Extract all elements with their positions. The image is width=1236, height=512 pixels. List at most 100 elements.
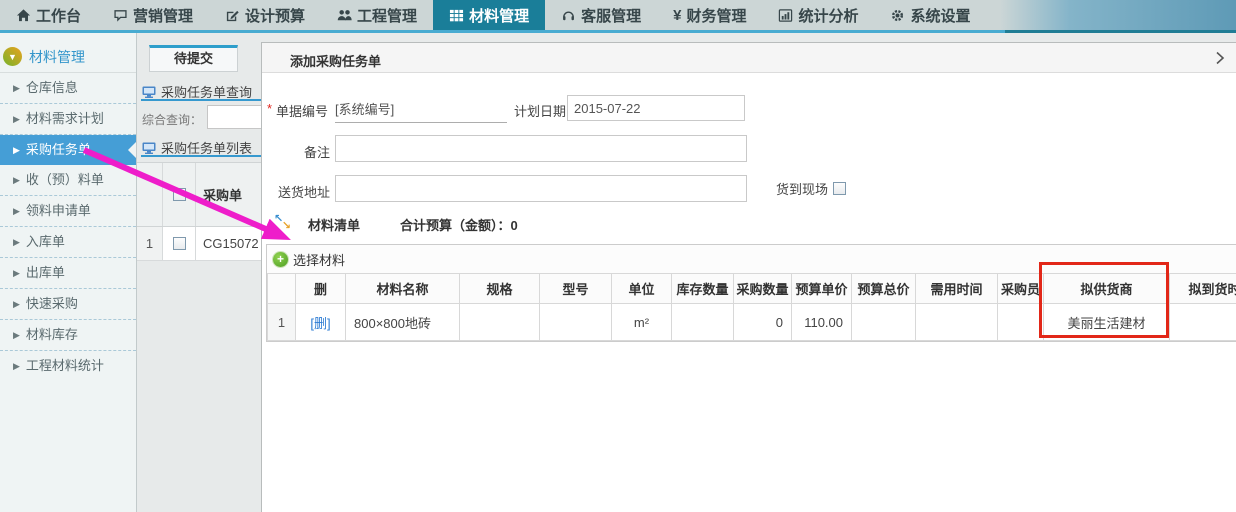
- budget-total: 合计预算（金额）：0: [400, 215, 518, 234]
- nav-item-label: 财务管理: [686, 5, 746, 26]
- triangle-right-icon: ▶: [13, 361, 20, 371]
- row-checkbox[interactable]: [173, 237, 186, 250]
- goods-onsite-checkbox[interactable]: [833, 182, 846, 195]
- col-buyer: 采购员: [998, 274, 1044, 304]
- col-delete: 删: [296, 274, 346, 304]
- stock-qty-cell: [672, 304, 734, 341]
- triangle-right-icon: ▶: [13, 330, 20, 340]
- nav-item-workbench[interactable]: 工作台: [0, 0, 97, 30]
- budget-total-cell: [852, 304, 916, 341]
- combined-query-label: 综合查询：: [142, 111, 202, 128]
- sidebar-item-outbound[interactable]: ▶出库单: [0, 258, 136, 289]
- list-header-row: 采购单: [137, 162, 261, 227]
- sidebar-menu: ▶仓库信息 ▶材料需求计划 ▶采购任务单 ▶收（预）料单 ▶领料申请单 ▶入库单…: [0, 73, 136, 382]
- purchase-task-list-table: 采购单 1 CG15072: [137, 162, 261, 261]
- monitor-icon: [142, 141, 156, 155]
- nav-item-design-budget[interactable]: 设计预算: [209, 0, 321, 30]
- nav-item-label: 工程管理: [357, 5, 417, 26]
- plus-circle-icon: +: [273, 252, 288, 267]
- nav-item-customer-service[interactable]: 客服管理: [545, 0, 657, 30]
- chevron-down-circle-icon: ▼: [3, 47, 22, 66]
- col-spec: 规格: [460, 274, 540, 304]
- sidebar-item-project-material-stats[interactable]: ▶工程材料统计: [0, 351, 136, 382]
- sidebar-item-material-request[interactable]: ▶领料申请单: [0, 196, 136, 227]
- plan-date-input[interactable]: [567, 95, 745, 121]
- nav-item-label: 工作台: [36, 5, 81, 26]
- material-name-cell: 800×800地砖: [346, 304, 460, 341]
- nav-item-materials[interactable]: 材料管理: [433, 0, 545, 30]
- required-asterisk: *: [267, 101, 272, 116]
- nav-item-label: 材料管理: [469, 5, 529, 26]
- row-index: 1: [268, 304, 296, 341]
- app-window: 工作台 营销管理 设计预算 工程管理 材料管理 客服管理 ¥ 财务管理 统计分析: [0, 0, 1236, 512]
- select-all-checkbox[interactable]: [173, 188, 186, 201]
- triangle-right-icon: ▶: [13, 206, 20, 216]
- triangle-right-icon: ▶: [13, 145, 20, 155]
- material-list-title: 材料清单: [308, 215, 360, 234]
- list-col-order-no: 采购单: [196, 185, 261, 204]
- chart-icon: [778, 8, 793, 23]
- chat-icon: [113, 8, 128, 23]
- supplier-column-highlight-box: [1039, 262, 1169, 338]
- address-label: 送货地址: [262, 182, 330, 201]
- triangle-right-icon: ▶: [13, 83, 20, 93]
- triangle-right-icon: ▶: [13, 299, 20, 309]
- doc-no-label: 单据编号: [276, 101, 328, 120]
- section-underline: [141, 99, 261, 101]
- remark-label: 备注: [262, 142, 330, 161]
- budget-total-value: 0: [511, 218, 518, 233]
- sidebar-item-warehouse-info[interactable]: ▶仓库信息: [0, 73, 136, 104]
- sidebar-item-receive-material[interactable]: ▶收（预）料单: [0, 165, 136, 196]
- goods-onsite-field: 货到现场: [776, 179, 846, 198]
- yen-icon: ¥: [673, 7, 681, 24]
- nav-item-engineering[interactable]: 工程管理: [321, 0, 433, 30]
- model-cell: [540, 304, 612, 341]
- panel-title: 添加采购任务单: [290, 51, 381, 70]
- remark-input[interactable]: [335, 135, 747, 162]
- select-material-button[interactable]: + 选择材料: [273, 250, 345, 269]
- doc-no-field[interactable]: [系统编号]: [335, 96, 507, 123]
- nav-item-settings[interactable]: 系统设置: [874, 0, 986, 30]
- row-index: 1: [137, 227, 163, 260]
- sidebar-item-inbound[interactable]: ▶入库单: [0, 227, 136, 258]
- nav-item-label: 统计分析: [798, 5, 858, 26]
- col-unit: 单位: [612, 274, 672, 304]
- grid-icon: [449, 8, 464, 23]
- panel-header: 添加采购任务单: [262, 43, 1236, 73]
- top-nav: 工作台 营销管理 设计预算 工程管理 材料管理 客服管理 ¥ 财务管理 统计分析: [0, 0, 1236, 30]
- col-proposed-arrival: 拟到货时: [1170, 274, 1236, 304]
- col-need-time: 需用时间: [916, 274, 998, 304]
- nav-item-label: 系统设置: [910, 5, 970, 26]
- monitor-icon: [142, 85, 156, 99]
- edit-icon: [225, 8, 240, 23]
- sidebar-header-label: 材料管理: [29, 47, 85, 67]
- collapse-panel-icon[interactable]: [1212, 50, 1228, 66]
- combined-query-input[interactable]: [207, 105, 267, 129]
- resize-arrows-icon: ↖↘: [274, 214, 291, 230]
- col-budget-total: 预算总价: [852, 274, 916, 304]
- list-row[interactable]: 1 CG15072: [137, 227, 261, 261]
- order-no-cell: CG15072: [196, 236, 261, 251]
- tab-pending-submit[interactable]: 待提交: [149, 45, 238, 72]
- col-model: 型号: [540, 274, 612, 304]
- triangle-right-icon: ▶: [13, 175, 20, 185]
- headset-icon: [561, 8, 576, 23]
- nav-item-statistics[interactable]: 统计分析: [762, 0, 874, 30]
- sidebar-item-quick-purchase[interactable]: ▶快速采购: [0, 289, 136, 320]
- sidebar-item-material-demand-plan[interactable]: ▶材料需求计划: [0, 104, 136, 135]
- delete-row-link[interactable]: [删]: [310, 316, 330, 331]
- arrival-time-cell: [1170, 304, 1236, 341]
- sidebar-item-material-stock[interactable]: ▶材料库存: [0, 320, 136, 351]
- nav-item-marketing[interactable]: 营销管理: [97, 0, 209, 30]
- col-purchase-qty: 采购数量: [734, 274, 792, 304]
- sidebar: ▼ 材料管理 ▶仓库信息 ▶材料需求计划 ▶采购任务单 ▶收（预）料单 ▶领料申…: [0, 33, 137, 512]
- col-material-name: 材料名称: [346, 274, 460, 304]
- spec-cell: [460, 304, 540, 341]
- sidebar-item-purchase-task[interactable]: ▶采购任务单: [0, 135, 136, 165]
- nav-item-finance[interactable]: ¥ 财务管理: [657, 0, 762, 30]
- section-underline: [141, 155, 261, 157]
- address-input[interactable]: [335, 175, 747, 202]
- sidebar-header[interactable]: ▼ 材料管理: [0, 41, 136, 73]
- nav-item-label: 设计预算: [245, 5, 305, 26]
- triangle-right-icon: ▶: [13, 268, 20, 278]
